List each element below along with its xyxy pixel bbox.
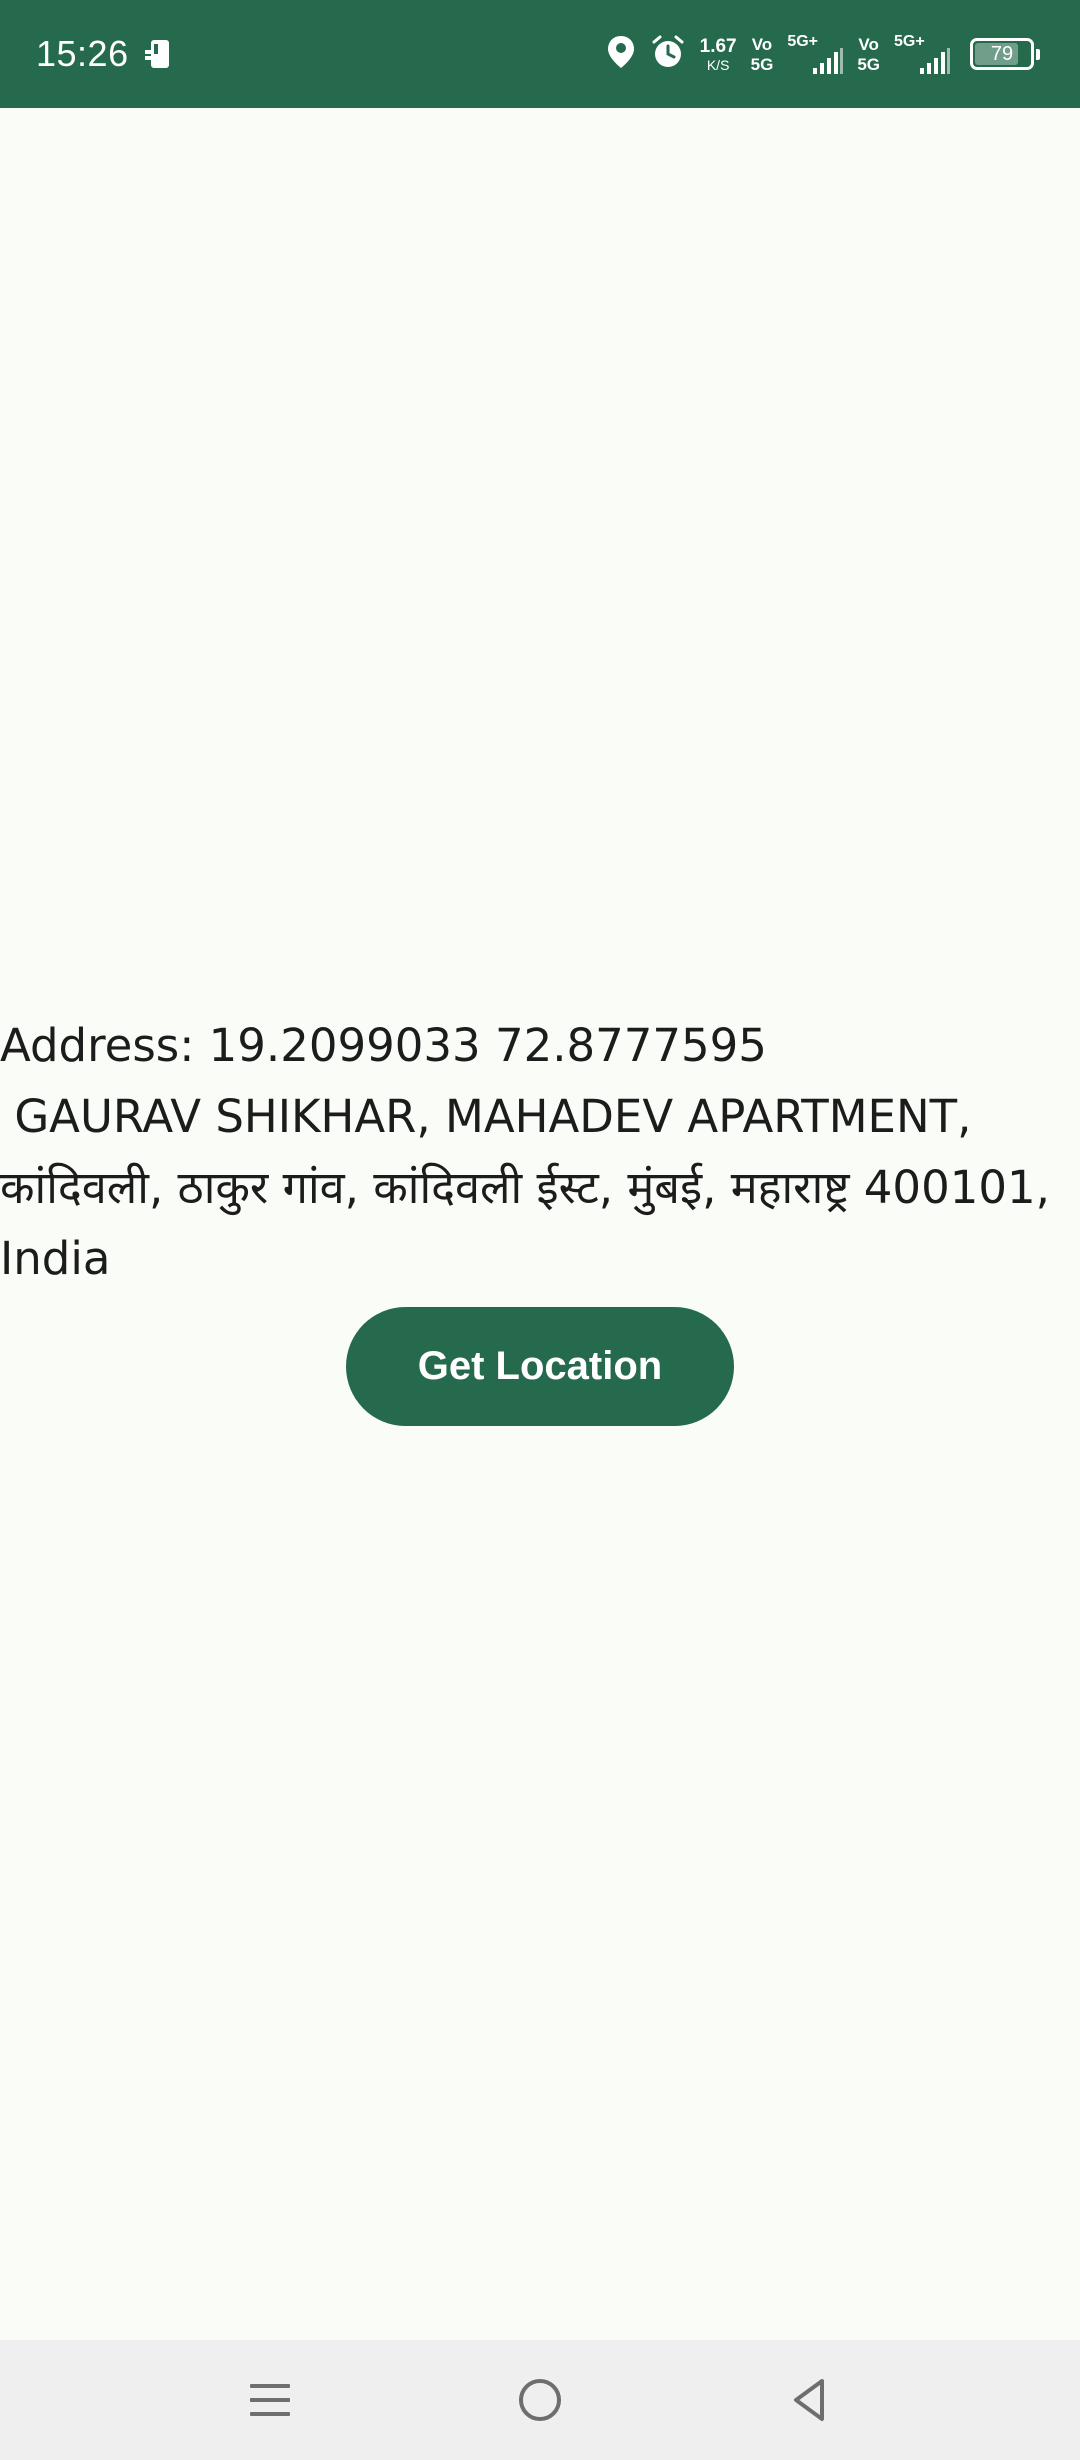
battery-level: 79 xyxy=(990,43,1014,65)
sim2-volte: Vo 5G xyxy=(857,36,880,73)
signal-icon xyxy=(920,48,950,74)
get-location-button[interactable]: Get Location xyxy=(346,1307,734,1426)
battery-icon: 79 xyxy=(970,38,1040,70)
sim2-volte-top: Vo xyxy=(858,34,879,54)
navigation-bar xyxy=(0,2340,1080,2460)
sim1-volte-top: Vo xyxy=(751,34,773,54)
status-icons: 1.67 K/S Vo 5G 5G+ Vo 5G 5G+ 79 xyxy=(606,28,1040,80)
notification-app-icon xyxy=(142,36,178,72)
network-speed-value: 1.67 xyxy=(699,35,737,57)
sim2-volte-bottom: 5G xyxy=(857,54,880,74)
network-speed: 1.67 K/S xyxy=(700,37,737,72)
address-text: Address: 19.2099033 72.8777595 GAURAV SH… xyxy=(0,1019,1050,1285)
network-speed-unit: K/S xyxy=(706,56,730,73)
location-icon xyxy=(606,34,636,74)
sim2-signal: 5G+ xyxy=(894,34,950,74)
sim1-volte: Vo 5G xyxy=(751,36,774,73)
status-time: 15:26 xyxy=(36,33,129,74)
signal-icon xyxy=(813,48,844,74)
status-bar: 15:26 1.67 K/S Vo 5G 5G+ Vo 5G 5G+ 79 xyxy=(0,0,1080,108)
alarm-icon xyxy=(650,34,686,74)
recents-icon[interactable] xyxy=(240,2370,300,2430)
back-icon[interactable] xyxy=(780,2370,840,2430)
sim1-signal: 5G+ xyxy=(787,34,844,74)
home-icon[interactable] xyxy=(510,2370,570,2430)
sim1-volte-bottom: 5G xyxy=(750,54,774,74)
screen: 15:26 1.67 K/S Vo 5G 5G+ Vo 5G 5G+ 79 Ad… xyxy=(0,0,1080,2460)
